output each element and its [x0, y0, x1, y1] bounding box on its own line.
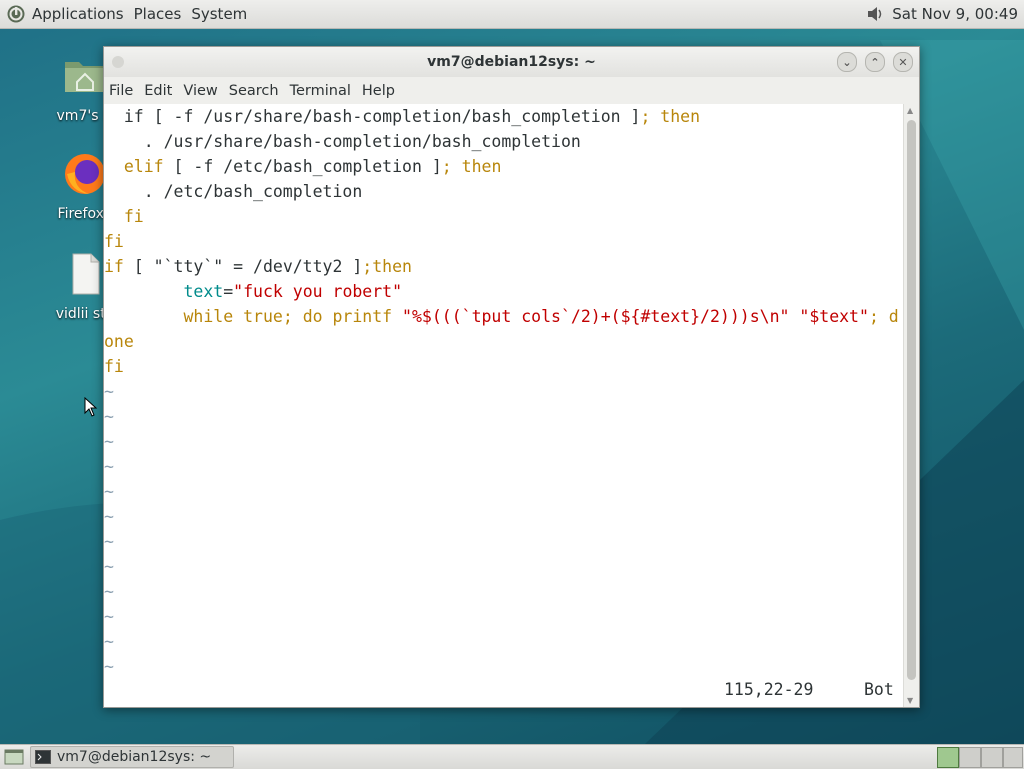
menu-edit[interactable]: Edit [144, 83, 172, 99]
empty-line-marker: ~ [104, 432, 114, 451]
window-titlebar[interactable]: vm7@debian12sys: ~ ⌄ ⌃ ✕ [104, 47, 919, 77]
window-title: vm7@debian12sys: ~ [427, 54, 596, 70]
text-file-icon [72, 253, 100, 295]
workspace-1[interactable] [937, 747, 959, 768]
clock[interactable]: Sat Nov 9, 00:49 [892, 5, 1018, 23]
code-line: text="fuck you robert" [104, 279, 904, 304]
code-line: if [ "`tty`" = /dev/tty2 ];then [104, 254, 904, 279]
empty-line-marker: ~ [104, 582, 114, 601]
code-line: fi [104, 204, 904, 229]
scroll-up-icon[interactable]: ▲ [907, 106, 913, 115]
code-line: . /usr/share/bash-completion/bash_comple… [104, 129, 904, 154]
terminal-icon [35, 750, 51, 764]
terminal-content[interactable]: if [ -f /usr/share/bash-completion/bash_… [104, 104, 904, 707]
code-line: . /etc/bash_completion [104, 179, 904, 204]
code-line: fi [104, 229, 904, 254]
code-token: ;then [362, 257, 412, 276]
close-button[interactable]: ✕ [893, 52, 913, 72]
home-folder-icon [65, 62, 105, 92]
code-token: while true; do printf [183, 307, 403, 326]
code-token: elif [123, 157, 164, 176]
applications-menu[interactable]: Applications [32, 5, 124, 23]
minimize-button[interactable]: ⌄ [837, 52, 857, 72]
close-icon: ✕ [898, 55, 908, 69]
code-token: "%$(((`tput cols`/2)+(${#text}/2)))s\n" [402, 307, 790, 326]
chevron-up-icon: ⌃ [870, 55, 880, 69]
volume-icon[interactable] [866, 5, 884, 23]
code-token: ; then [640, 107, 701, 126]
code-token: . /usr/share/bash-completion/bash_comple… [104, 132, 581, 151]
code-token: ; then [441, 157, 502, 176]
empty-line-marker: ~ [104, 557, 114, 576]
places-menu[interactable]: Places [134, 5, 182, 23]
menu-view[interactable]: View [183, 83, 217, 99]
vim-buffer[interactable]: if [ -f /usr/share/bash-completion/bash_… [104, 104, 904, 679]
vim-statusline: 115,22-29 Bot [104, 678, 904, 702]
top-panel: Applications Places System Sat Nov 9, 00… [0, 0, 1024, 29]
code-token: fi [104, 357, 124, 376]
debian-menu-icon[interactable] [6, 4, 26, 24]
chevron-down-icon: ⌄ [842, 55, 852, 69]
menu-file[interactable]: File [109, 83, 133, 99]
code-token: if [104, 257, 124, 276]
scroll-position: Bot [864, 680, 894, 699]
code-line: fi [104, 354, 904, 379]
code-line: elif [ -f /etc/bash_completion ]; then [104, 154, 904, 179]
code-token: text [183, 282, 224, 301]
terminal-window: vm7@debian12sys: ~ ⌄ ⌃ ✕ File Edit View … [103, 46, 920, 708]
code-line: while true; do printf "%$(((`tput cols`/… [104, 304, 904, 329]
empty-line-marker: ~ [104, 607, 114, 626]
scrollbar[interactable]: ▲ ▼ [903, 104, 919, 707]
code-token: ; d [868, 307, 899, 326]
code-token: one [104, 332, 134, 351]
empty-line-marker: ~ [104, 507, 114, 526]
code-token: fi [104, 232, 124, 251]
firefox-icon [65, 154, 105, 194]
code-token: = [223, 282, 234, 301]
taskbar-label: vm7@debian12sys: ~ [57, 749, 212, 765]
terminal-menubar: File Edit View Search Terminal Help [104, 77, 919, 105]
code-token: fi [123, 207, 144, 226]
code-line: one [104, 329, 904, 354]
menu-terminal[interactable]: Terminal [290, 83, 351, 99]
code-token: [ -f /etc/bash_completion ] [163, 157, 442, 176]
code-token: . /etc/bash_completion [104, 182, 363, 201]
empty-line-marker: ~ [104, 632, 114, 651]
empty-line-marker: ~ [104, 457, 114, 476]
code-token: [ "`tty`" = /dev/tty2 ] [123, 257, 363, 276]
scrollbar-thumb[interactable] [907, 120, 916, 680]
show-desktop-icon[interactable] [4, 749, 24, 765]
menu-search[interactable]: Search [229, 83, 279, 99]
workspace-3[interactable] [981, 747, 1003, 768]
empty-line-marker: ~ [104, 532, 114, 551]
window-menu-icon[interactable] [112, 56, 124, 68]
cursor-position: 115,22-29 [724, 680, 814, 699]
workspace-2[interactable] [959, 747, 981, 768]
empty-line-marker: ~ [104, 482, 114, 501]
scroll-down-icon[interactable]: ▼ [907, 696, 913, 705]
maximize-button[interactable]: ⌃ [865, 52, 885, 72]
taskbar-terminal-button[interactable]: vm7@debian12sys: ~ [30, 746, 235, 768]
empty-line-marker: ~ [104, 407, 114, 426]
mouse-pointer-icon [84, 397, 98, 417]
empty-line-marker: ~ [104, 382, 114, 401]
menu-help[interactable]: Help [362, 83, 395, 99]
bottom-panel: vm7@debian12sys: ~ [0, 744, 1024, 769]
system-menu[interactable]: System [191, 5, 247, 23]
code-token: "$text" [799, 307, 869, 326]
empty-line-marker: ~ [104, 657, 114, 676]
code-line: if [ -f /usr/share/bash-completion/bash_… [104, 104, 904, 129]
code-token: "fuck you robert" [233, 282, 403, 301]
code-token: if [ -f /usr/share/bash-completion/bash_… [104, 107, 641, 126]
workspace-4[interactable] [1003, 747, 1023, 768]
